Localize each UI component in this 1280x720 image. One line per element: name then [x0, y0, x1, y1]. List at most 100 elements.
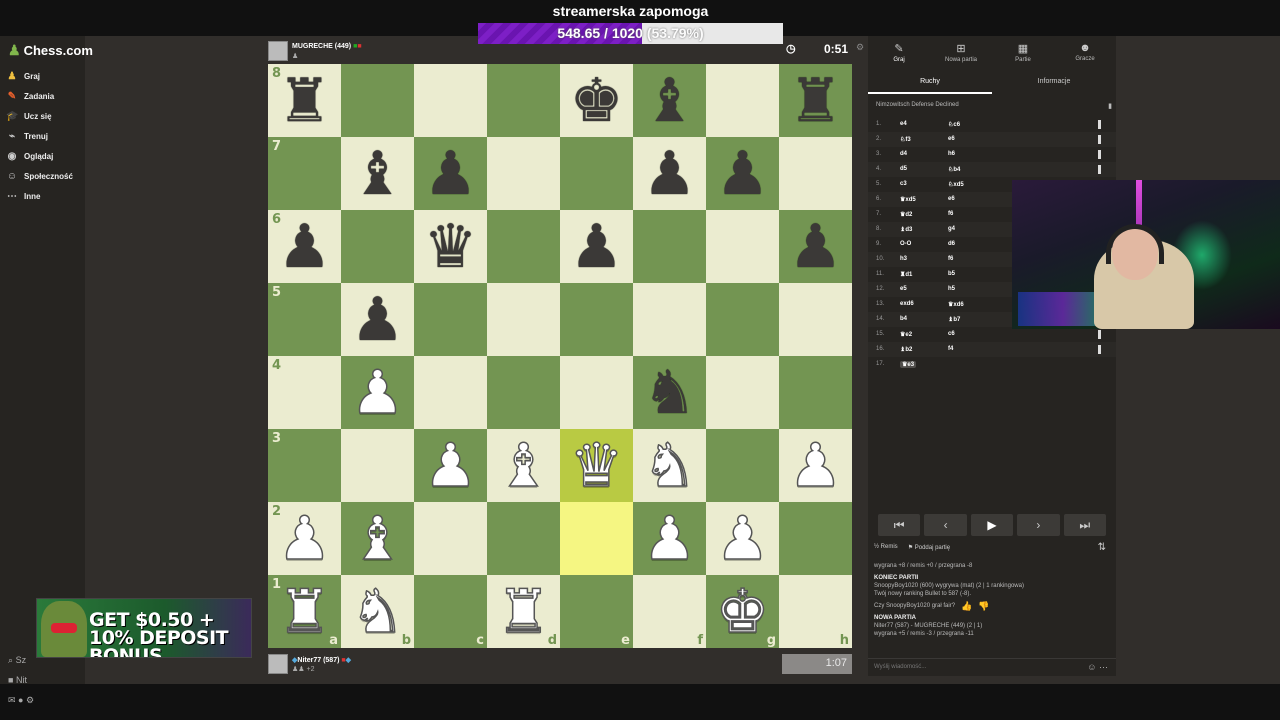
thumbs-up-icon[interactable]: 👍 [961, 602, 972, 611]
black-rook-icon[interactable]: ♜ [278, 71, 332, 131]
resign-button[interactable]: ⚑ Poddaj partię [908, 544, 950, 551]
black-move[interactable]: f6 [948, 211, 953, 217]
black-move[interactable]: e6 [948, 196, 955, 202]
white-pawn-icon[interactable]: ♟ [642, 508, 697, 570]
square-f3[interactable]: ♞ [633, 429, 706, 502]
white-move[interactable]: e5 [900, 286, 907, 292]
white-pawn-icon[interactable]: ♟ [277, 508, 332, 570]
white-move[interactable]: ♜d1 [900, 271, 912, 278]
sidebar-item-1[interactable]: ✎ Zadania [6, 86, 85, 106]
square-e6[interactable]: ♟ [560, 210, 633, 283]
square-d1[interactable]: ♜ d [487, 575, 560, 648]
white-move[interactable]: exd6 [900, 301, 914, 307]
square-b8[interactable] [341, 64, 414, 137]
square-a6[interactable]: ♟ 6 [268, 210, 341, 283]
square-d6[interactable] [487, 210, 560, 283]
black-bishop-icon[interactable]: ♝ [643, 71, 697, 131]
square-a5[interactable]: 5 [268, 283, 341, 356]
black-pawn-icon[interactable]: ♟ [424, 144, 478, 204]
gear-icon[interactable]: ⚙ [856, 42, 864, 53]
square-b2[interactable]: ♝ [341, 502, 414, 575]
square-c1[interactable]: c [414, 575, 487, 648]
sidebar-item-4[interactable]: ◉ Oglądaj [6, 146, 85, 166]
black-king-icon[interactable]: ♚ [570, 71, 624, 131]
sidebar-settings-row[interactable]: ✉ ● ⚙ [8, 690, 34, 710]
white-pawn-icon[interactable]: ♟ [350, 362, 405, 424]
square-b4[interactable]: ♟ [341, 356, 414, 429]
black-move[interactable]: e6 [948, 136, 955, 142]
white-move[interactable]: e4 [900, 121, 907, 127]
square-a3[interactable]: 3 [268, 429, 341, 502]
square-h5[interactable] [779, 283, 852, 356]
square-g6[interactable] [706, 210, 779, 283]
square-g3[interactable] [706, 429, 779, 502]
chesscom-logo[interactable]: ♟ Chess.com [8, 42, 93, 59]
square-f7[interactable]: ♟ [633, 137, 706, 210]
tab-3[interactable]: ☻ Gracze [1054, 36, 1116, 70]
black-queen-icon[interactable]: ♛ [424, 217, 478, 277]
white-move[interactable]: ♛e2 [900, 331, 912, 338]
square-c6[interactable]: ♛ [414, 210, 487, 283]
black-pawn-icon[interactable]: ♟ [643, 144, 697, 204]
white-rook-icon[interactable]: ♜ [496, 581, 551, 643]
square-c7[interactable]: ♟ [414, 137, 487, 210]
white-rook-icon[interactable]: ♜ [277, 581, 332, 643]
square-f6[interactable] [633, 210, 706, 283]
white-move[interactable]: c3 [900, 181, 907, 187]
white-king-icon[interactable]: ♚ [715, 581, 770, 643]
black-move[interactable]: ♝b7 [948, 316, 960, 323]
black-pawn-icon[interactable]: ♟ [278, 217, 332, 277]
square-h3[interactable]: ♟ [779, 429, 852, 502]
square-a2[interactable]: ♟ 2 [268, 502, 341, 575]
square-f2[interactable]: ♟ [633, 502, 706, 575]
black-move[interactable]: ♘c6 [948, 121, 960, 128]
square-f5[interactable] [633, 283, 706, 356]
black-knight-icon[interactable]: ♞ [643, 363, 697, 423]
first-move-button[interactable]: ⏮ [878, 514, 921, 536]
square-h8[interactable]: ♜ [779, 64, 852, 137]
square-a1[interactable]: ♜ 1 a [268, 575, 341, 648]
sidebar-item-0[interactable]: ♟ Graj [6, 66, 85, 86]
square-h1[interactable]: h [779, 575, 852, 648]
book-icon[interactable]: ▮ [1108, 102, 1112, 110]
black-move[interactable]: d6 [948, 241, 955, 247]
white-move[interactable]: ♝b2 [900, 346, 912, 353]
square-c5[interactable] [414, 283, 487, 356]
square-g8[interactable] [706, 64, 779, 137]
square-a8[interactable]: ♜ 8 [268, 64, 341, 137]
white-move[interactable]: b4 [900, 316, 907, 322]
square-c4[interactable] [414, 356, 487, 429]
white-move[interactable]: ♛e3 [900, 361, 917, 368]
square-g5[interactable] [706, 283, 779, 356]
square-h6[interactable]: ♟ [779, 210, 852, 283]
square-g2[interactable]: ♟ [706, 502, 779, 575]
black-bishop-icon[interactable]: ♝ [351, 144, 405, 204]
avatar[interactable] [268, 41, 288, 61]
square-c3[interactable]: ♟ [414, 429, 487, 502]
square-d4[interactable] [487, 356, 560, 429]
white-pawn-icon[interactable]: ♟ [788, 435, 843, 497]
square-e2[interactable] [560, 502, 633, 575]
chess-board[interactable]: ♜ 8 ♚ ♝ ♜ 7 ♝ ♟ ♟ ♟ ♟ 6 ♛ ♟ ♟ 5 ♟ 4 ♟ ♞ 3 ♟ ♝ ♛ ♞ ♟ ♟ 2 ♝ ♟ ♟ ♜ 1 a ♞ b c ♜ d e… [268, 64, 852, 648]
deposit-bonus-banner[interactable]: GET $0.50 + 10% DEPOSIT BONUS [36, 598, 252, 658]
chat-input[interactable]: Wyślij wiadomość... ☺ ⋯ [868, 658, 1116, 676]
top-player-name[interactable]: MUGRECHE (449) ■■ [292, 43, 362, 50]
black-pawn-icon[interactable]: ♟ [716, 144, 770, 204]
flip-board-icon[interactable]: ⇅ [1098, 542, 1106, 553]
square-b6[interactable] [341, 210, 414, 283]
tab-0[interactable]: ✎ Graj [868, 36, 930, 70]
tab-1[interactable]: ⊞ Nowa partia [930, 36, 992, 70]
white-pawn-icon[interactable]: ♟ [715, 508, 770, 570]
black-move[interactable]: ♘b4 [948, 166, 960, 173]
square-e8[interactable]: ♚ [560, 64, 633, 137]
square-h2[interactable] [779, 502, 852, 575]
sidebar-item-5[interactable]: ☺ Społeczność [6, 166, 85, 186]
square-d3[interactable]: ♝ [487, 429, 560, 502]
white-move[interactable]: ♛d2 [900, 211, 912, 218]
white-knight-icon[interactable]: ♞ [642, 435, 697, 497]
avatar[interactable] [268, 654, 288, 674]
square-e7[interactable] [560, 137, 633, 210]
tab-2[interactable]: ▦ Partie [992, 36, 1054, 70]
square-h7[interactable] [779, 137, 852, 210]
black-pawn-icon[interactable]: ♟ [570, 217, 624, 277]
